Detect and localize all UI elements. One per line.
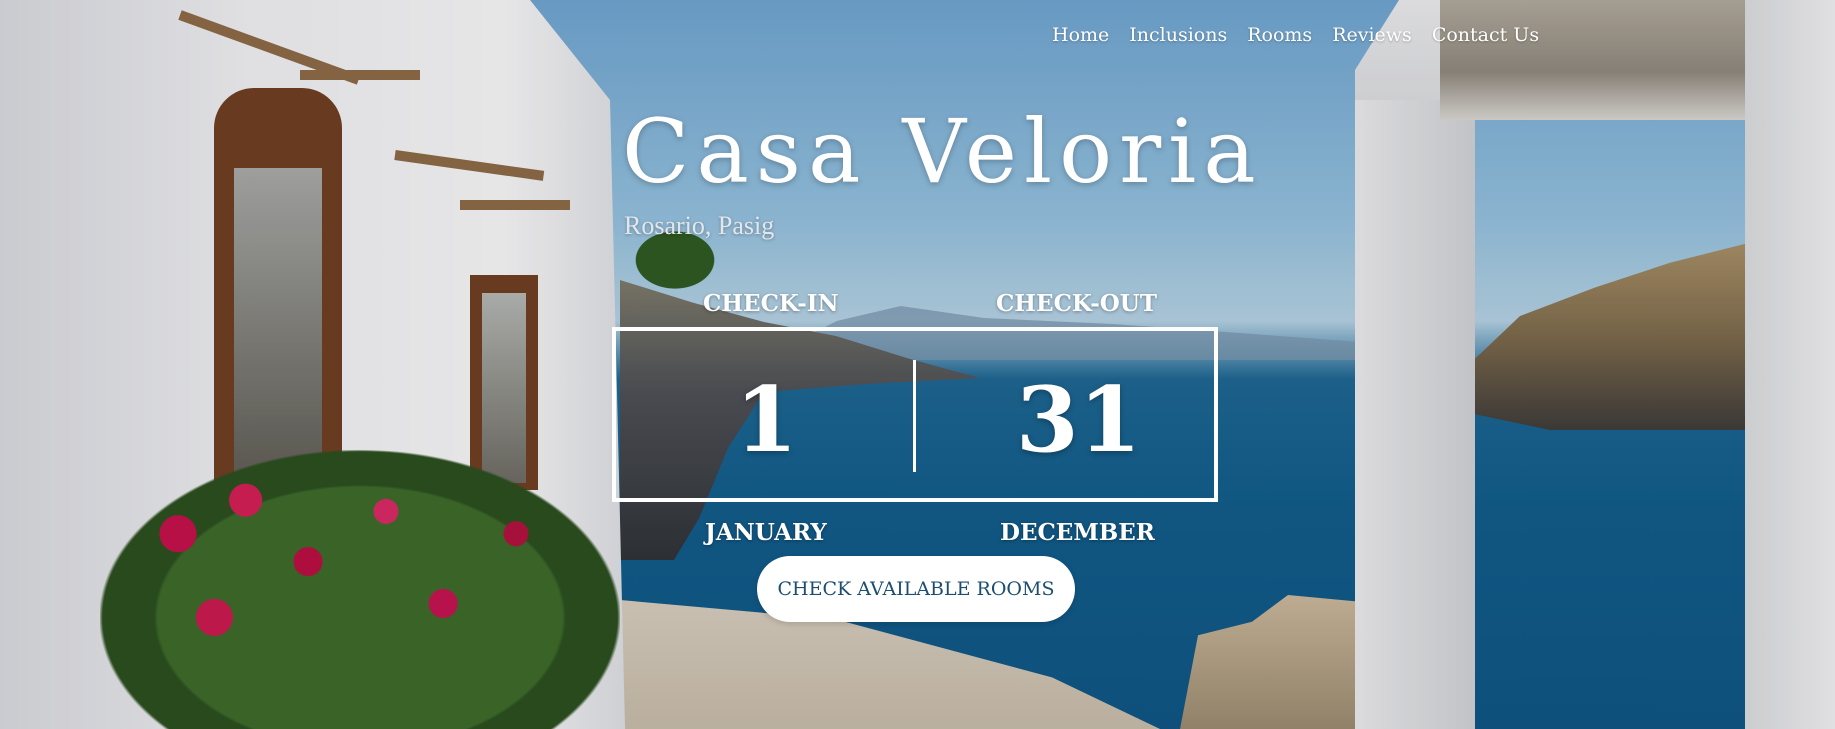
hero-section: Home Inclusions Rooms Reviews Contact Us… bbox=[0, 0, 1835, 729]
check-available-rooms-button[interactable]: CHECK AVAILABLE ROOMS bbox=[757, 556, 1075, 622]
nav-contact-us[interactable]: Contact Us bbox=[1432, 24, 1539, 46]
checkout-day[interactable]: 31 bbox=[1016, 375, 1141, 465]
nav-home[interactable]: Home bbox=[1052, 24, 1109, 46]
checkin-day[interactable]: 1 bbox=[735, 375, 798, 465]
checkin-label: CHECK-IN bbox=[703, 290, 839, 317]
site-title: Casa Veloria bbox=[622, 100, 1263, 203]
date-divider bbox=[913, 360, 916, 472]
nav-rooms[interactable]: Rooms bbox=[1247, 24, 1312, 46]
checkin-month: JANUARY bbox=[705, 519, 827, 546]
site-location: Rosario, Pasig bbox=[624, 211, 775, 240]
checkout-month: DECEMBER bbox=[1000, 519, 1155, 546]
main-nav: Home Inclusions Rooms Reviews Contact Us bbox=[1052, 24, 1539, 46]
nav-inclusions[interactable]: Inclusions bbox=[1129, 24, 1227, 46]
checkout-label: CHECK-OUT bbox=[996, 290, 1157, 317]
nav-reviews[interactable]: Reviews bbox=[1332, 24, 1412, 46]
